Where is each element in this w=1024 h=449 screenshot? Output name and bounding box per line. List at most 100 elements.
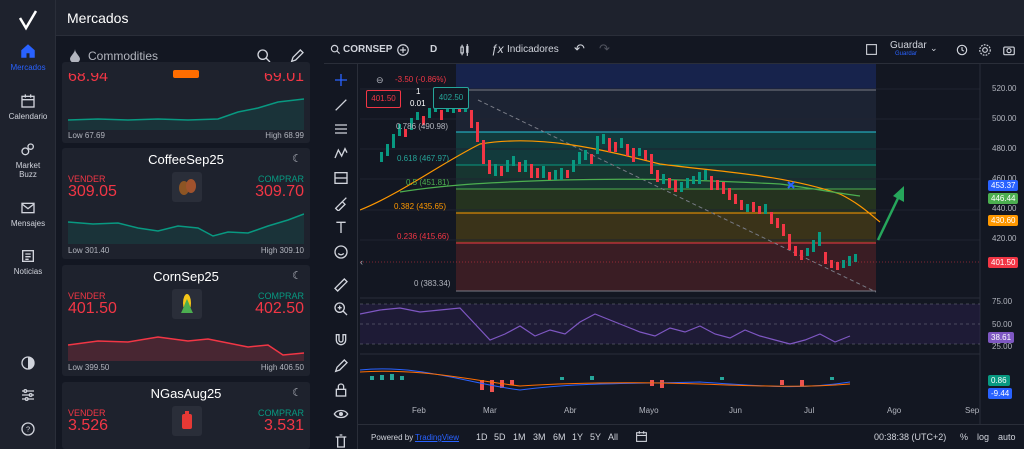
chevron-down-icon[interactable]: ⌄ <box>930 43 938 54</box>
fib-band <box>456 189 876 213</box>
price-tick: 520.00 <box>992 84 1017 93</box>
buy-price[interactable]: 309.70 <box>255 183 304 201</box>
month-label: Sep <box>965 406 980 415</box>
low-value: Low 67.69 <box>68 131 105 140</box>
camera-icon[interactable] <box>1002 43 1016 57</box>
redo-icon[interactable]: ↷ <box>599 41 610 57</box>
watchlist-card-corn[interactable]: CornSep25 ☾ VENDER COMPRAR 401.50 402.50… <box>62 265 310 376</box>
magnet-icon[interactable] <box>333 332 349 348</box>
emoji-icon[interactable] <box>333 244 349 260</box>
brush-icon[interactable] <box>333 195 349 211</box>
nav-item-calendario[interactable]: Calendario <box>0 93 56 121</box>
sliders-icon[interactable] <box>20 387 36 403</box>
trendline-icon[interactable] <box>333 97 349 113</box>
fx-icon: ƒx <box>491 42 504 56</box>
main-nav: Mercados Calendario Market Buzz Mensajes… <box>0 0 56 449</box>
price-change: -3.50 (-0.86%) <box>395 75 447 84</box>
watchlist-card-coffee[interactable]: CoffeeSep25 ☾ VENDER COMPRAR 309.05 309.… <box>62 148 310 259</box>
pattern-icon[interactable] <box>333 146 349 162</box>
help-icon[interactable]: ? <box>20 421 36 437</box>
range-1y[interactable]: 1Y <box>572 432 583 442</box>
eye-icon[interactable] <box>333 406 349 422</box>
undo-icon[interactable]: ↶ <box>574 41 585 57</box>
watchlist-card-oil[interactable]: 68.94 69.01 Low 67.69 High 68.99 <box>62 62 310 143</box>
sell-price[interactable]: 3.526 <box>68 417 108 435</box>
month-label: Jul <box>804 406 815 415</box>
range-5y[interactable]: 5Y <box>590 432 601 442</box>
calendar-icon <box>21 94 35 108</box>
spread-decimal: 0.01 <box>410 99 426 108</box>
price-label-ma: 446.44 <box>988 193 1019 204</box>
moon-icon: ☾ <box>292 153 302 165</box>
tradingview-link[interactable]: TradingView <box>415 433 459 442</box>
sparkline <box>68 213 304 244</box>
range-6m[interactable]: 6M <box>553 432 566 442</box>
nav-item-market-buzz[interactable]: Market Buzz <box>0 142 56 179</box>
instrument-name: NGasAug25 <box>150 386 222 401</box>
fib-label: 0.786 (490.98) <box>396 122 449 131</box>
fib-lines-icon[interactable] <box>333 121 349 137</box>
zoom-in-icon[interactable] <box>333 301 349 317</box>
fib-label: 0.618 (467.97) <box>397 154 450 163</box>
coffee-bean-icon <box>172 172 202 202</box>
range-1m[interactable]: 1M <box>513 432 526 442</box>
buy-price[interactable]: 3.531 <box>264 417 304 435</box>
save-button[interactable]: Guardar <box>890 40 927 51</box>
watchlist-card-ngas[interactable]: NGasAug25 ☾ VENDER COMPRAR 3.526 3.531 <box>62 382 310 449</box>
percent-toggle[interactable]: % <box>960 432 968 442</box>
price-chart[interactable] <box>360 64 1024 424</box>
price-label-last: 401.50 <box>988 257 1019 268</box>
nav-item-noticias[interactable]: Noticias <box>0 248 56 276</box>
buy-price-box[interactable]: 402.50 <box>433 87 469 109</box>
month-label: Feb <box>412 406 426 415</box>
save-sublabel: Guardar <box>895 51 918 57</box>
top-bar: Mercados <box>56 0 1024 36</box>
candles-icon[interactable] <box>458 43 472 57</box>
clock-time[interactable]: 00:38:38 (UTC+2) <box>874 432 946 442</box>
text-icon[interactable] <box>333 219 349 235</box>
gear-icon[interactable] <box>978 43 992 57</box>
layout-icon[interactable] <box>865 43 878 56</box>
draw-mode-icon[interactable] <box>333 358 349 374</box>
range-all[interactable]: All <box>608 432 618 442</box>
sell-price[interactable]: 68.94 <box>68 73 108 86</box>
range-3m[interactable]: 3M <box>533 432 546 442</box>
theme-toggle-icon[interactable] <box>20 355 36 371</box>
sparkline <box>68 98 304 130</box>
range-1d[interactable]: 1D <box>476 432 488 442</box>
date-range-icon[interactable] <box>635 430 648 443</box>
sell-price-box[interactable]: 401.50 <box>366 90 401 108</box>
price-tick: 440.00 <box>992 204 1017 213</box>
alert-clock-icon[interactable] <box>955 43 969 57</box>
sell-price[interactable]: 401.50 <box>68 300 117 318</box>
range-5d[interactable]: 5D <box>494 432 506 442</box>
nav-label: Mercados <box>10 63 46 72</box>
collapse-legend-icon[interactable]: ⊖ <box>376 75 384 86</box>
interval-button[interactable]: D <box>430 44 437 55</box>
spread-value: 1 <box>416 87 421 96</box>
nav-item-mensajes[interactable]: Mensajes <box>0 200 56 228</box>
buy-price[interactable]: 402.50 <box>255 300 304 318</box>
search-icon[interactable] <box>330 44 341 55</box>
nav-label: Mensajes <box>10 219 46 228</box>
newspaper-icon <box>22 250 34 262</box>
crosshair-icon[interactable] <box>333 72 349 88</box>
moon-icon: ☾ <box>292 270 302 282</box>
month-label: Mar <box>483 406 497 415</box>
auto-toggle[interactable]: auto <box>998 432 1016 442</box>
month-label: Jun <box>729 406 742 415</box>
ruler-icon[interactable] <box>333 277 349 293</box>
buy-price[interactable]: 69.01 <box>264 73 304 86</box>
nav-item-mercados[interactable]: Mercados <box>0 42 56 72</box>
rsi-tick: 75.00 <box>992 297 1013 306</box>
watchlist-panel: Commodities 68.94 69.01 Low 67.69 High 6… <box>56 36 322 449</box>
forecast-icon[interactable] <box>333 170 349 186</box>
symbol-input[interactable]: CORNSEP <box>343 44 392 55</box>
sell-price[interactable]: 309.05 <box>68 183 117 201</box>
lock-icon[interactable] <box>333 382 349 398</box>
log-toggle[interactable]: log <box>977 432 989 442</box>
indicators-button[interactable]: Indicadores <box>507 44 559 55</box>
app-logo-icon <box>18 10 38 31</box>
trash-icon[interactable] <box>333 433 349 449</box>
compare-add-icon[interactable] <box>396 43 410 57</box>
